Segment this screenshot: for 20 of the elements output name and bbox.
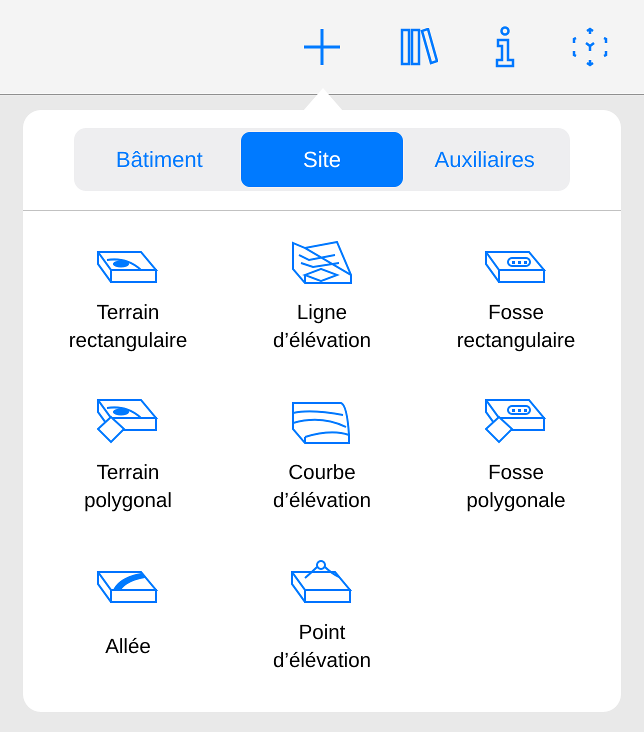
polygon-pit-icon[interactable] (485, 399, 547, 445)
contour-slope-icon[interactable] (291, 401, 353, 445)
terrain-slab-icon[interactable] (97, 251, 159, 285)
books-icon[interactable] (400, 28, 438, 66)
tool-label[interactable]: Ligne d’élévation (272, 299, 371, 355)
tool-label[interactable]: Allée (105, 619, 151, 675)
tool-label[interactable]: Terrain polygonal (84, 459, 172, 515)
polygon-terrain-icon[interactable] (97, 399, 159, 445)
tool-label[interactable]: Point d’élévation (272, 619, 371, 675)
elevation-point-icon[interactable] (291, 559, 353, 605)
slope-icon[interactable] (291, 241, 353, 285)
ar-cube-icon[interactable] (572, 27, 608, 67)
pit-slab-icon[interactable] (485, 251, 547, 285)
tool-label[interactable]: Courbe d’élévation (272, 459, 371, 515)
tool-label[interactable]: Fosse polygonale (466, 459, 566, 515)
tool-label[interactable]: Fosse rectangulaire (456, 299, 576, 355)
segment-tab[interactable]: Site (240, 132, 404, 187)
path-slab-icon[interactable] (97, 571, 159, 605)
tool-label[interactable]: Terrain rectangulaire (68, 299, 188, 355)
info-icon[interactable] (494, 26, 516, 68)
